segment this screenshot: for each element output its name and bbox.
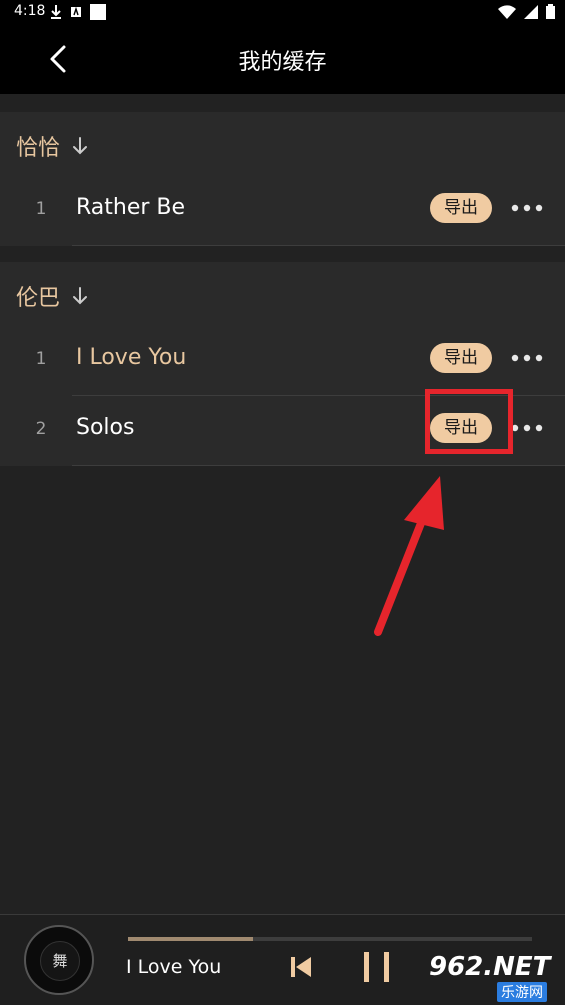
song-title-playing: I Love You: [76, 345, 187, 370]
section-header[interactable]: 伦巴: [16, 280, 88, 312]
section-chacha: 恰恰 1 Rather Be 导出: [0, 112, 565, 246]
watermark-sub: 乐游网: [497, 982, 547, 1002]
page-title: 我的缓存: [238, 50, 327, 75]
more-options-icon[interactable]: [510, 421, 544, 435]
playback-progress-fill: [128, 937, 254, 941]
export-button[interactable]: 导出: [430, 193, 492, 223]
section-title: 恰恰: [16, 136, 61, 161]
wifi-icon: [498, 4, 516, 19]
pause-icon[interactable]: [362, 951, 392, 983]
more-options-icon[interactable]: [510, 351, 544, 365]
status-time: 4:18: [14, 3, 46, 19]
row-divider: [72, 465, 565, 466]
annotation-highlight-box: [425, 389, 513, 454]
arrow-down-icon[interactable]: [72, 287, 88, 305]
song-title: Solos: [76, 415, 135, 440]
download-icon: [51, 5, 61, 19]
arrow-down-icon[interactable]: [72, 137, 88, 155]
status-notification-icons: [50, 4, 106, 20]
export-button[interactable]: 导出: [430, 343, 492, 373]
watermark-brand: 962.NET: [429, 952, 551, 982]
watermark-logo: 962.NET 乐游网: [425, 952, 563, 1002]
section-title: 伦巴: [16, 286, 61, 311]
song-row[interactable]: 1 Rather Be 导出: [0, 177, 565, 246]
status-bar: 4:18: [0, 0, 565, 24]
battery-icon: [546, 4, 555, 19]
song-index: 1: [35, 349, 47, 369]
row-divider: [72, 245, 565, 246]
header-bar: 我的缓存: [0, 24, 565, 94]
song-row[interactable]: 1 I Love You 导出: [0, 327, 565, 396]
album-disc-label: 舞: [40, 941, 80, 981]
previous-track-icon[interactable]: [289, 955, 313, 979]
song-index: 2: [35, 419, 47, 439]
song-title: Rather Be: [76, 195, 186, 220]
square-icon: [90, 4, 106, 20]
now-playing-title: I Love You: [126, 956, 222, 978]
signal-icon: [524, 4, 538, 19]
section-header[interactable]: 恰恰: [16, 130, 88, 162]
more-options-icon[interactable]: [510, 201, 544, 215]
album-disc[interactable]: 舞: [24, 925, 94, 995]
playback-progress-bar[interactable]: [128, 937, 532, 941]
a-box-icon: [71, 6, 81, 17]
song-index: 1: [35, 199, 47, 219]
status-system-icons: [498, 4, 555, 19]
